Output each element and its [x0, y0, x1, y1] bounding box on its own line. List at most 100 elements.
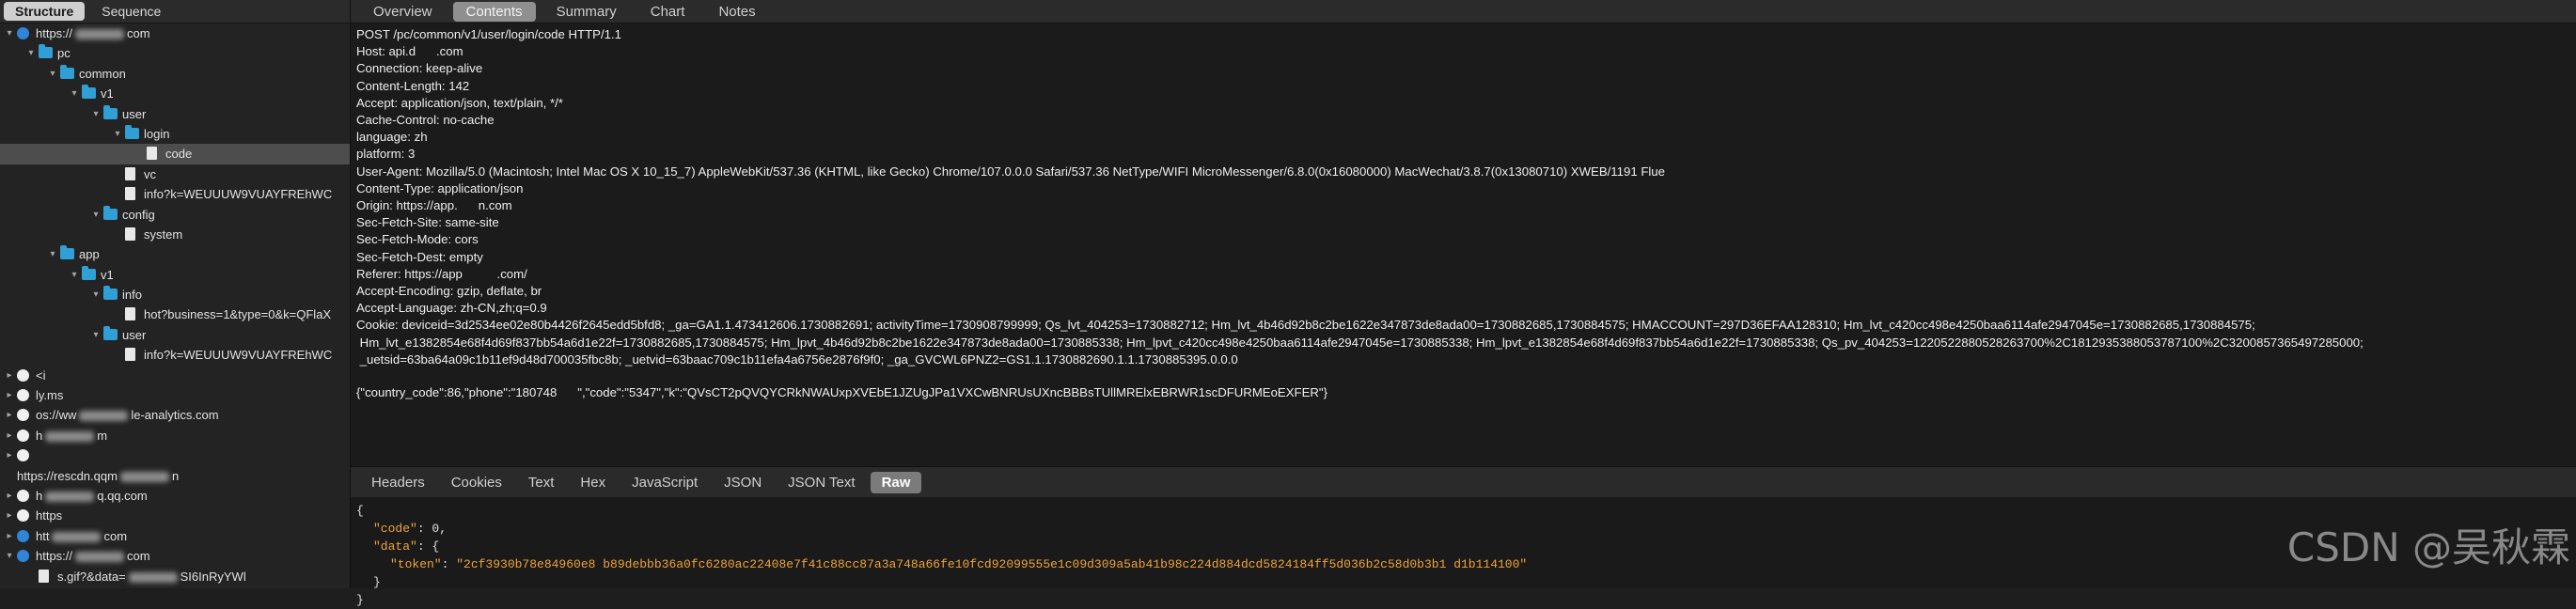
tree-row[interactable]: ▾ pc	[0, 43, 350, 63]
tree-row-label: hot?business=1&type=0&k=QFlaX	[144, 307, 332, 322]
chevron-down-icon[interactable]: ▾	[69, 84, 80, 103]
chevron-down-icon[interactable]: ▾	[90, 285, 102, 304]
tree-row-label: app	[79, 247, 100, 262]
chevron-right-icon[interactable]: ▸	[4, 445, 15, 465]
chevron-down-icon[interactable]: ▾	[4, 546, 15, 566]
chevron-down-icon[interactable]: ▾	[112, 124, 123, 144]
tree-row[interactable]: ▾ user	[0, 325, 350, 345]
tree-row-label: hm	[36, 428, 108, 443]
tab-chart[interactable]: Chart	[637, 2, 699, 22]
tree-row[interactable]: ▾ common	[0, 64, 350, 84]
globe-icon	[17, 368, 29, 382]
chevron-right-icon[interactable]: ▸	[4, 486, 15, 506]
request-header-line: platform: 3	[356, 147, 416, 162]
chevron-right-icon[interactable]: ▸	[4, 385, 15, 405]
file-icon	[39, 569, 49, 583]
request-header-line: Accept-Encoding: gzip, deflate, br	[356, 284, 542, 299]
tab-notes[interactable]: Notes	[705, 2, 768, 22]
folder-icon	[60, 245, 74, 260]
tab-contents[interactable]: Contents	[452, 1, 536, 22]
globe-icon	[17, 489, 29, 502]
folder-icon	[60, 64, 74, 79]
request-header-line: Host: api.d .com	[356, 44, 463, 59]
tree-row-label: code	[165, 147, 193, 162]
tree-row[interactable]: ▸ ly.ms	[0, 385, 350, 405]
chevron-down-icon[interactable]: ▾	[25, 43, 37, 63]
tree-row-label: s.gif?&data= SI6InRyYWl	[57, 569, 246, 584]
tab-text[interactable]: Text	[517, 472, 566, 493]
request-headers: POST /pc/common/v1/user/login/code HTTP/…	[356, 26, 2364, 368]
tree-row[interactable]: ▾ https://com	[0, 23, 350, 43]
chevron-down-icon[interactable]: ▾	[90, 205, 102, 225]
chevron-down-icon[interactable]: ▾	[47, 244, 58, 264]
tree-row[interactable]: info?k=WEUUUW9VUAYFREhWC	[0, 184, 350, 204]
tab-raw[interactable]: Raw	[870, 471, 922, 493]
tree-row[interactable]: ▾ info	[0, 285, 350, 304]
file-icon	[125, 307, 135, 321]
folder-icon	[103, 205, 118, 220]
chevron-down-icon[interactable]: ▾	[69, 265, 80, 285]
globe-icon	[17, 429, 29, 442]
globe-icon	[17, 27, 29, 39]
redaction-blur	[75, 552, 125, 563]
tree-row[interactable]: ▸ https	[0, 506, 350, 525]
chevron-right-icon[interactable]: ▸	[4, 506, 15, 525]
tab-headers[interactable]: Headers	[360, 472, 436, 493]
request-tree: ▾ https://com ▾ pc ▾ common ▾ v1 ▾ user ▾ login code…	[0, 23, 350, 586]
chevron-down-icon[interactable]: ▾	[90, 325, 102, 345]
tree-row[interactable]: s.gif?&data= SI6InRyYWl	[0, 567, 350, 586]
tree-row-label: <i	[36, 367, 46, 383]
tab-sequence[interactable]: Sequence	[90, 2, 172, 21]
tree-row[interactable]: https://rescdn.qqm n	[0, 466, 350, 486]
tree-row[interactable]: ▸ htt com	[0, 526, 350, 546]
request-header-line: Content-Type: application/json	[356, 180, 524, 195]
tree-row[interactable]: ▸ os://ww le-analytics.com	[0, 405, 350, 425]
json-key-data: "data"	[373, 539, 417, 554]
request-header-line: Origin: https://app. n.com	[356, 198, 512, 213]
chevron-down-icon[interactable]: ▾	[4, 23, 15, 43]
tree-row[interactable]: vc	[0, 164, 350, 184]
tree-row[interactable]: info?k=WEUUUW9VUAYFREhWC	[0, 345, 350, 365]
request-header-line: _uetsid=63ba64a09c1b11ef9d48d700035fbc8b…	[356, 351, 1238, 367]
tab-javascript[interactable]: JavaScript	[620, 472, 709, 493]
tree-row[interactable]: ▾ v1	[0, 265, 350, 285]
chevron-right-icon[interactable]: ▸	[4, 366, 15, 385]
globe-icon	[17, 409, 29, 422]
tree-row[interactable]: ▸ h m	[0, 426, 350, 445]
chevron-down-icon[interactable]: ▾	[47, 64, 58, 84]
chevron-right-icon[interactable]: ▸	[4, 526, 15, 546]
tree-row[interactable]: ▸ <i	[0, 366, 350, 385]
tab-overview[interactable]: Overview	[360, 2, 446, 22]
tree-row-label: pc	[57, 46, 71, 61]
tree-row[interactable]: ▾ v1	[0, 84, 350, 103]
detail-panel: Overview Contents Summary Chart Notes PO…	[351, 0, 2576, 607]
folder-icon	[103, 325, 118, 340]
tree-row[interactable]: ▾ config	[0, 205, 350, 225]
tree-row[interactable]: ▾ app	[0, 244, 350, 264]
json-code-line: "code": 0,	[373, 522, 448, 536]
tree-row-label: login	[144, 126, 170, 141]
tree-row[interactable]: ▾ https://com	[0, 546, 350, 566]
tree-row[interactable]: hot?business=1&type=0&k=QFlaX	[0, 304, 350, 324]
tab-cookies[interactable]: Cookies	[440, 472, 513, 493]
tab-json-text[interactable]: JSON Text	[777, 472, 866, 493]
tab-hex[interactable]: Hex	[569, 472, 617, 493]
globe-icon	[17, 509, 29, 523]
tree-row[interactable]: ▾ login	[0, 124, 350, 144]
tree-row[interactable]: ▸	[0, 445, 350, 465]
folder-icon	[82, 265, 96, 280]
chevron-down-icon[interactable]: ▾	[90, 104, 102, 124]
chevron-right-icon[interactable]: ▸	[4, 405, 15, 425]
tree-row[interactable]: ▾ user	[0, 104, 350, 124]
json-key-code: "code"	[373, 522, 417, 536]
json-value-code: 0,	[432, 522, 448, 536]
tree-row[interactable]: code	[0, 144, 350, 164]
tree-row[interactable]: system	[0, 225, 350, 244]
chevron-right-icon[interactable]: ▸	[4, 426, 15, 445]
tab-summary[interactable]: Summary	[543, 2, 630, 22]
tree-row[interactable]: ▸ h q.qq.com	[0, 486, 350, 506]
json-value-token: "2cf3930b78e84960e8 b89debbb36a0fc6280ac…	[456, 557, 1528, 571]
tab-json[interactable]: JSON	[713, 472, 773, 493]
tree-row-label: ly.ms	[36, 388, 64, 403]
tab-structure[interactable]: Structure	[4, 2, 86, 21]
